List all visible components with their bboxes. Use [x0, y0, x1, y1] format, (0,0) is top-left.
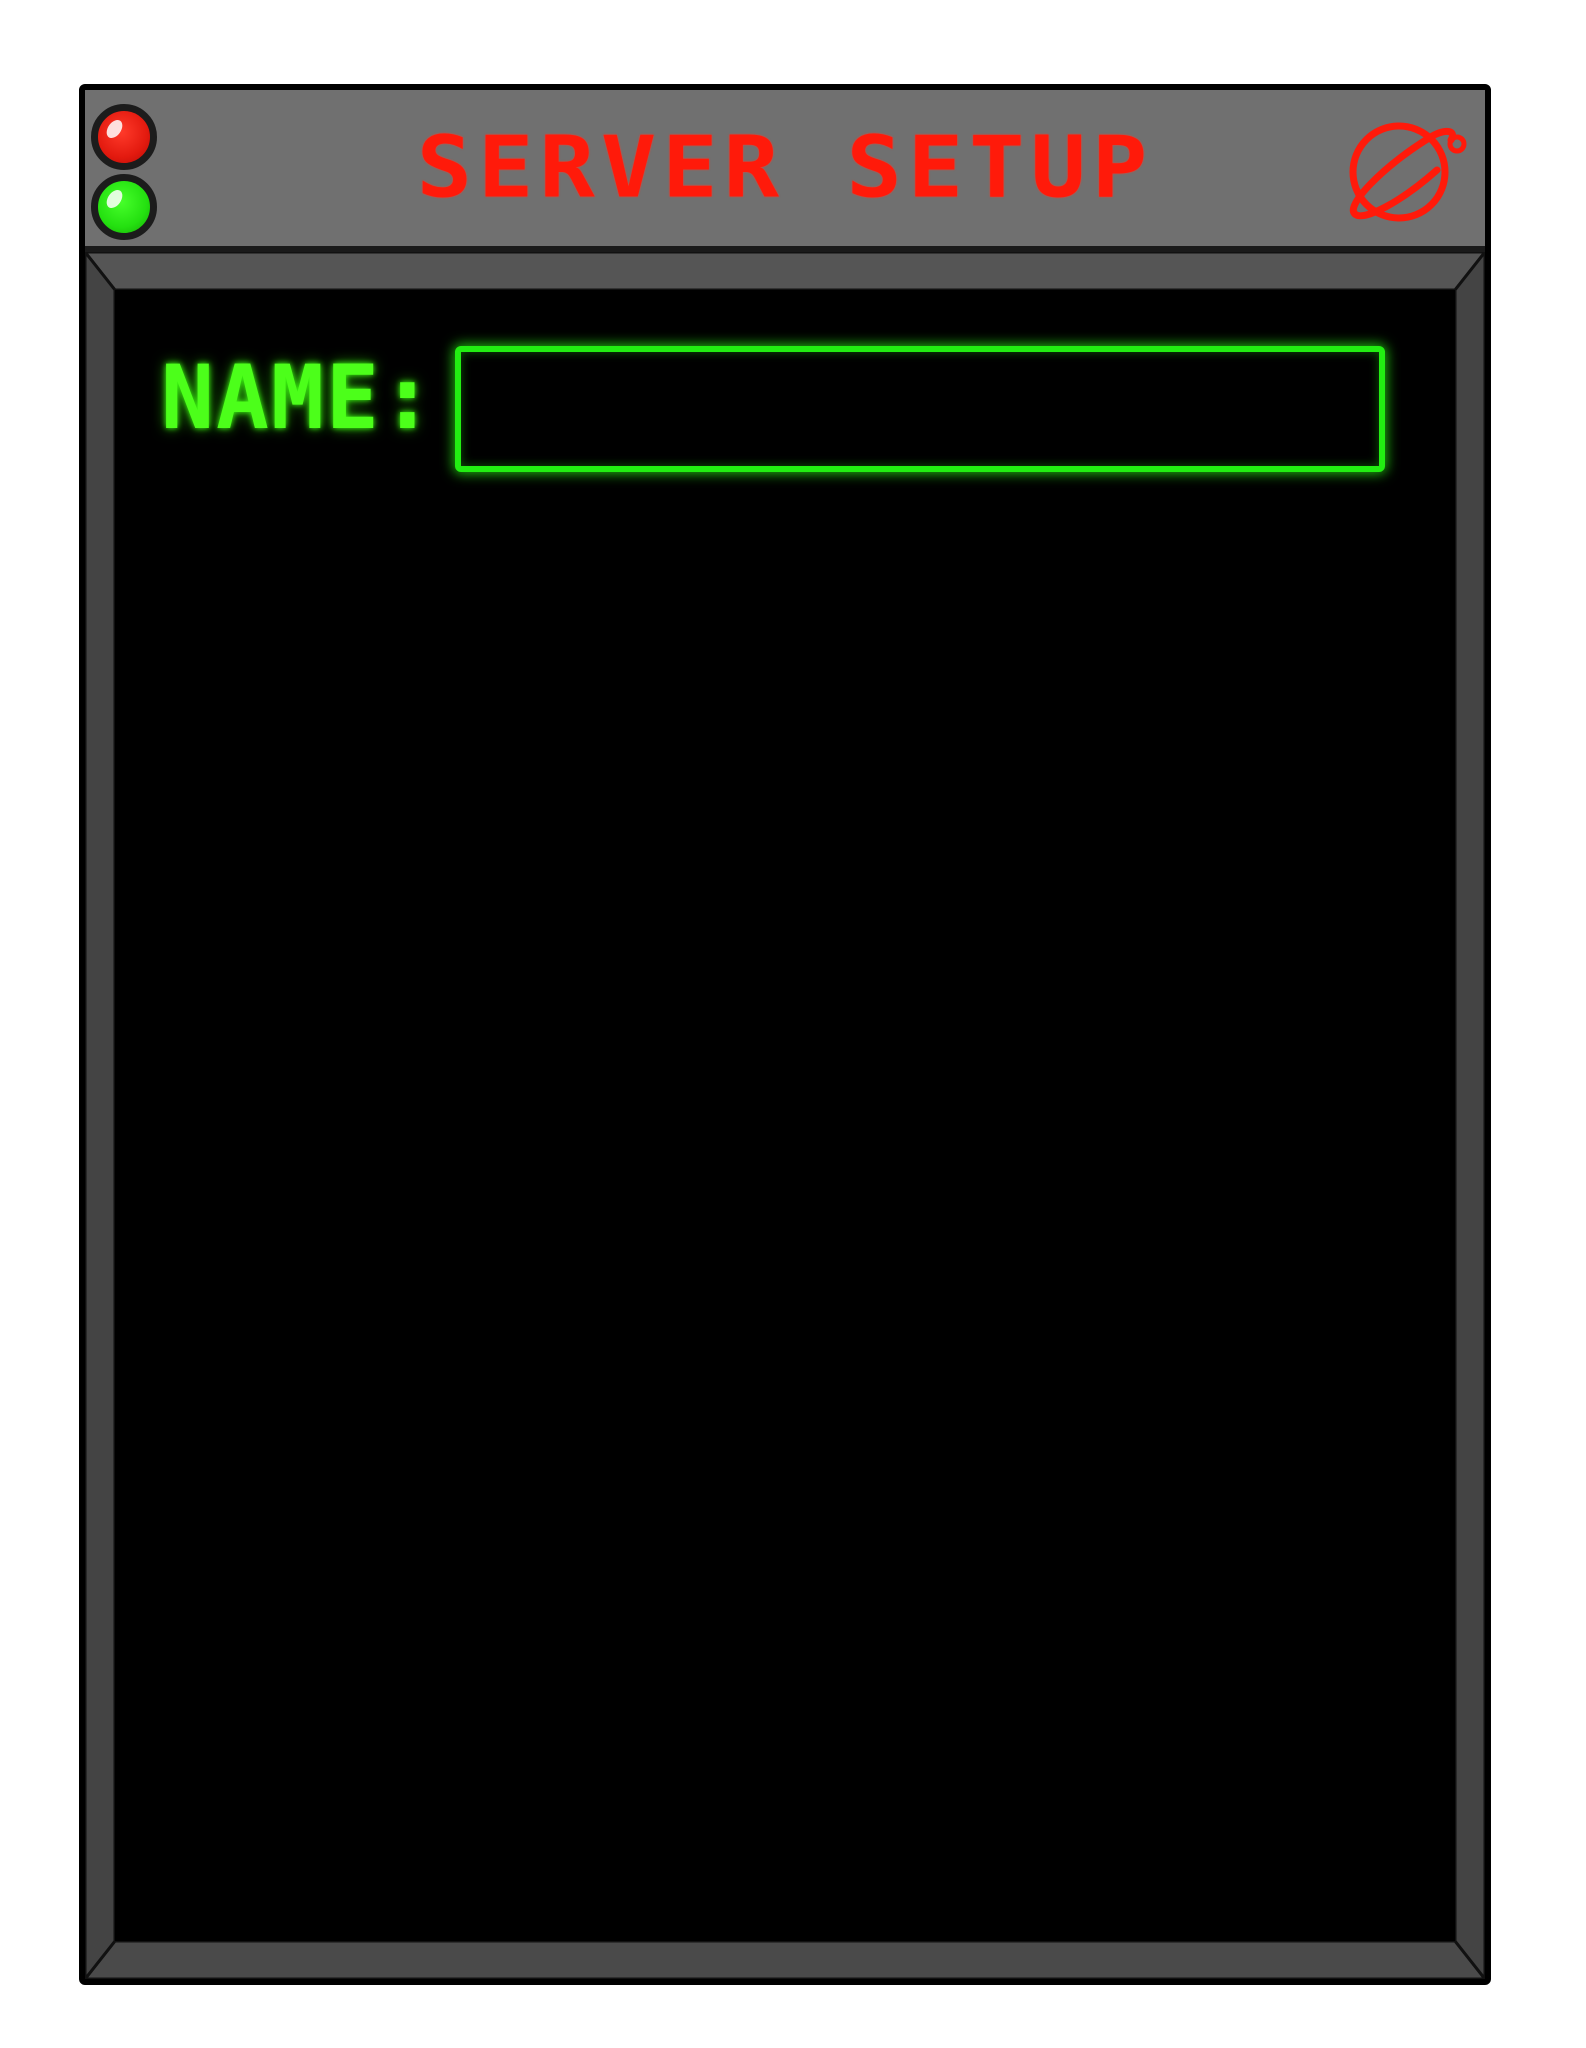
page: SERVER SETUP NAME: [0, 0, 1586, 2048]
screen-bezel: NAME: [85, 252, 1485, 1979]
window-title: SERVER SETUP [416, 118, 1154, 217]
title-bar: SERVER SETUP [85, 90, 1485, 252]
name-input[interactable] [455, 346, 1385, 472]
server-setup-window: SERVER SETUP NAME: [79, 84, 1491, 1985]
planet-icon[interactable] [1341, 110, 1471, 230]
name-label: NAME: [161, 346, 436, 449]
terminal-screen: NAME: [115, 290, 1455, 1941]
